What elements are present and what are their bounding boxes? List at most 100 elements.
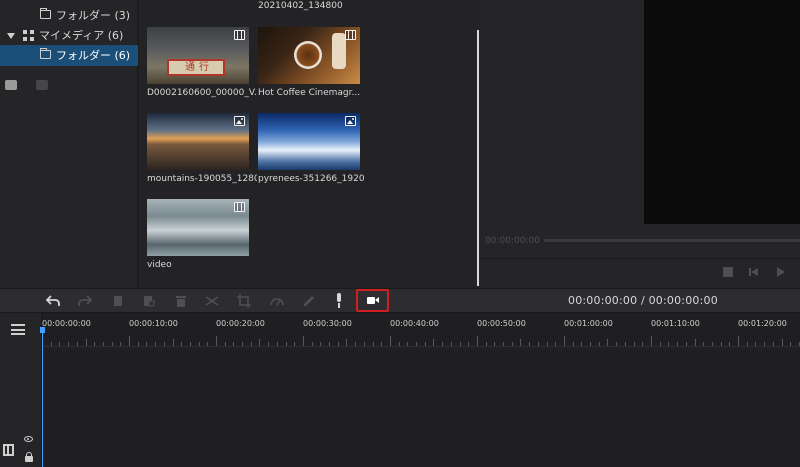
eye-icon[interactable] <box>24 436 33 442</box>
delete-folder-icon[interactable] <box>36 80 48 90</box>
ruler-tick <box>625 342 626 346</box>
ruler-tick <box>242 342 243 346</box>
media-thumbnail[interactable] <box>147 113 249 170</box>
edit-toolbar: 00:00:00:00 / 00:00:00:00 <box>0 288 800 313</box>
ruler-tick <box>642 342 643 346</box>
lock-icon[interactable] <box>25 452 33 462</box>
ruler-tick <box>129 336 130 346</box>
ruler-label: 00:01:20:00 <box>738 319 787 328</box>
ruler-tick <box>773 342 774 346</box>
ruler-tick <box>468 342 469 346</box>
media-item[interactable]: pyrenees-351266_1920 <box>258 113 368 213</box>
track-header <box>0 313 42 467</box>
ruler-tick <box>599 342 600 346</box>
playhead-handle[interactable] <box>40 327 45 333</box>
ruler-tick <box>364 342 365 346</box>
collapse-caret-icon[interactable] <box>7 33 15 39</box>
media-item[interactable]: mountains-190055_1280 <box>147 113 257 213</box>
ruler-tick <box>634 342 635 346</box>
ruler-tick <box>616 342 617 346</box>
ruler-label: 00:00:20:00 <box>216 319 265 328</box>
ruler-tick <box>442 342 443 346</box>
media-item[interactable]: video <box>147 199 257 299</box>
play-icon[interactable] <box>776 267 786 277</box>
ruler-tick <box>277 342 278 346</box>
ruler-tick <box>512 342 513 346</box>
redo-icon[interactable] <box>78 294 92 308</box>
ruler-tick <box>251 342 252 346</box>
media-thumbnail[interactable] <box>258 27 360 84</box>
media-name: video <box>147 260 172 270</box>
image-icon <box>234 116 245 126</box>
media-name: Hot Coffee Cinemagr... <box>258 88 361 98</box>
copy-icon[interactable] <box>111 294 125 308</box>
folder-item-selected[interactable]: フォルダー (6) <box>0 45 138 66</box>
my-media-label: マイメディア (6) <box>39 29 124 42</box>
ruler-tick <box>77 342 78 346</box>
timeline-ruler[interactable]: 00:00:00:00 00:00:10:00 00:00:20:00 00:00:3… <box>42 313 800 347</box>
microphone-icon[interactable] <box>334 293 344 309</box>
media-name: D0002160600_00000_V... <box>147 88 257 98</box>
ruler-tick <box>668 342 669 346</box>
media-thumbnail[interactable]: 通 行 <box>147 27 249 84</box>
ruler-tick <box>747 342 748 346</box>
preview-progress-bar[interactable] <box>544 239 800 242</box>
delete-icon[interactable] <box>174 294 188 308</box>
grid-icon <box>23 30 34 41</box>
ruler-tick <box>164 342 165 346</box>
ruler-tick <box>294 342 295 346</box>
film-icon <box>345 30 356 40</box>
ruler-tick <box>155 342 156 346</box>
previous-frame-icon[interactable] <box>749 267 759 277</box>
ruler-tick <box>494 342 495 346</box>
ruler-tick <box>338 342 339 346</box>
media-library-panel: 20210402_134800 通 行 D0002160600_00000_V.… <box>139 0 480 288</box>
ruler-tick <box>573 342 574 346</box>
ruler-tick <box>712 342 713 346</box>
crop-icon[interactable] <box>237 294 251 308</box>
stop-icon[interactable] <box>723 267 733 277</box>
speed-icon[interactable] <box>270 294 284 308</box>
record-button-highlight[interactable] <box>356 289 389 312</box>
ruler-tick <box>486 342 487 346</box>
ruler-tick <box>286 342 287 346</box>
media-item[interactable]: 通 行 D0002160600_00000_V... <box>147 27 257 127</box>
menu-icon[interactable] <box>11 324 25 335</box>
my-media-group[interactable]: マイメディア (6) <box>0 25 138 46</box>
playhead[interactable] <box>42 327 43 467</box>
cut-icon[interactable] <box>205 294 219 308</box>
media-thumbnail[interactable] <box>147 199 249 256</box>
media-item[interactable]: Hot Coffee Cinemagr... <box>258 27 368 127</box>
ruler-tick <box>207 342 208 346</box>
undo-icon[interactable] <box>46 294 60 308</box>
ruler-tick <box>94 342 95 346</box>
ruler-tick <box>190 342 191 346</box>
preview-time: 00:00:00:00 <box>485 236 540 246</box>
paste-icon[interactable] <box>142 294 156 308</box>
folder-item-1[interactable]: フォルダー (3) <box>0 5 138 26</box>
ruler-tick <box>520 339 521 346</box>
ruler-tick <box>416 342 417 346</box>
edit-icon[interactable] <box>302 294 316 308</box>
ruler-tick <box>686 342 687 346</box>
ruler-tick <box>59 342 60 346</box>
ruler-tick <box>138 342 139 346</box>
ruler-tick <box>103 342 104 346</box>
preview-panel: 00:00:00:00 <box>480 0 800 288</box>
ruler-tick <box>564 336 565 346</box>
preview-screen[interactable] <box>644 0 800 224</box>
film-icon <box>234 202 245 212</box>
add-folder-icon[interactable] <box>5 80 17 90</box>
record-camera-icon[interactable] <box>367 297 375 304</box>
folder-label: フォルダー (6) <box>56 49 131 62</box>
ruler-tick <box>782 339 783 346</box>
ruler-tick <box>755 342 756 346</box>
camera-lens <box>375 297 379 303</box>
image-icon <box>345 116 356 126</box>
ruler-tick <box>381 342 382 346</box>
media-thumbnail[interactable] <box>258 113 360 170</box>
ruler-tick <box>86 339 87 346</box>
folder-label: フォルダー (3) <box>56 9 131 22</box>
ruler-label: 00:00:50:00 <box>477 319 526 328</box>
media-scrollbar[interactable] <box>477 30 479 286</box>
